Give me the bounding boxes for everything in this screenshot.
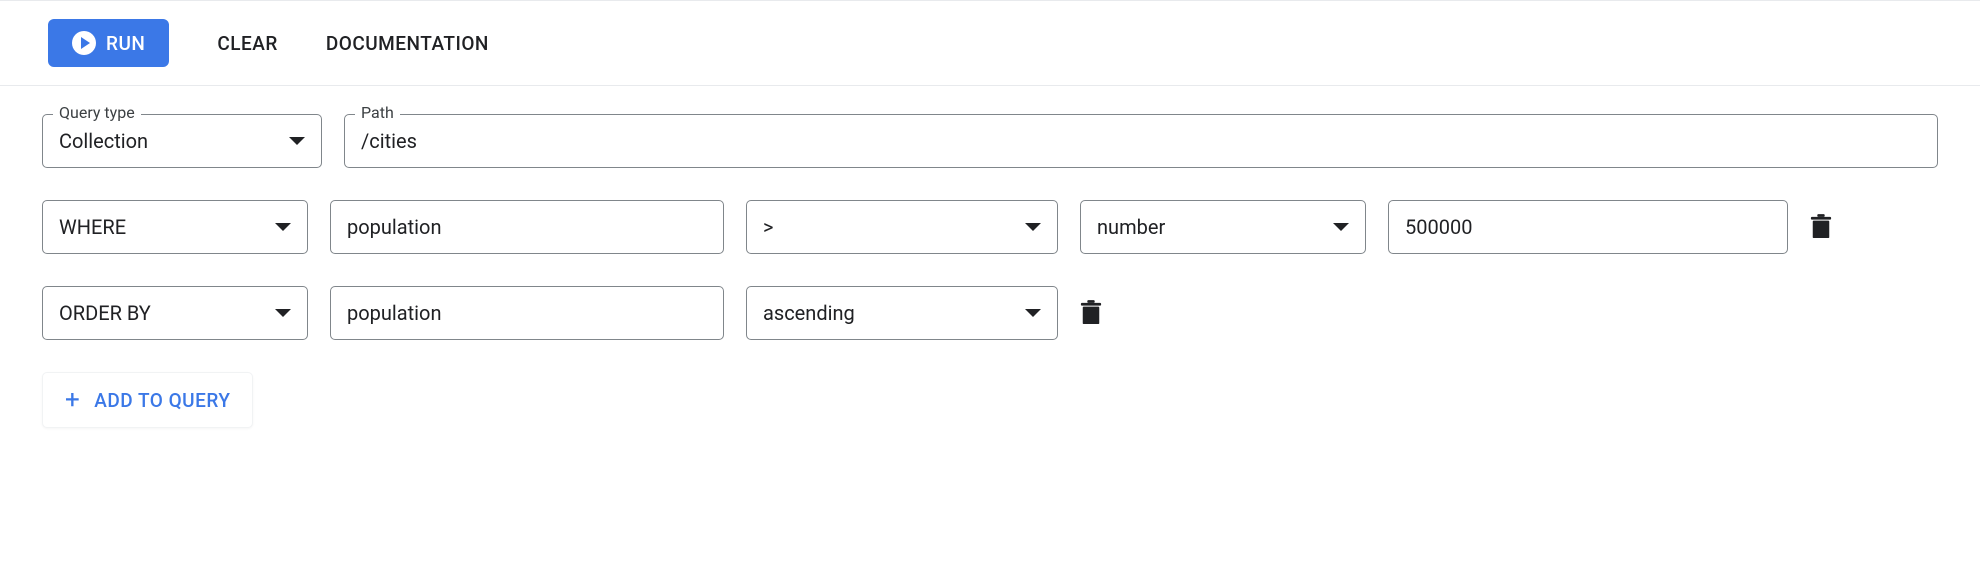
- where-operator-select[interactable]: >: [746, 200, 1058, 254]
- trash-icon[interactable]: [1080, 300, 1102, 326]
- where-value-input-wrap[interactable]: [1388, 200, 1788, 254]
- orderby-field-input-wrap[interactable]: [330, 286, 724, 340]
- clause-type-select[interactable]: WHERE: [42, 200, 308, 254]
- where-field-input[interactable]: [347, 215, 707, 239]
- query-type-label: Query type: [53, 103, 141, 122]
- orderby-direction-value: ascending: [763, 301, 855, 325]
- orderby-clause-row: ORDER BY ascending: [42, 286, 1938, 340]
- path-input[interactable]: [361, 129, 1921, 153]
- run-button[interactable]: RUN: [48, 19, 169, 67]
- chevron-down-icon: [1025, 223, 1041, 231]
- orderby-direction-select[interactable]: ascending: [746, 286, 1058, 340]
- chevron-down-icon: [275, 223, 291, 231]
- path-field[interactable]: Path: [344, 114, 1938, 168]
- run-label: RUN: [106, 32, 145, 55]
- where-value-input[interactable]: [1405, 215, 1771, 239]
- where-field-input-wrap[interactable]: [330, 200, 724, 254]
- query-type-value: Collection: [59, 129, 148, 153]
- clause-type-value: ORDER BY: [59, 301, 151, 325]
- where-valuetype-value: number: [1097, 215, 1165, 239]
- toolbar: RUN CLEAR DOCUMENTATION: [0, 0, 1980, 86]
- where-valuetype-select[interactable]: number: [1080, 200, 1366, 254]
- where-operator-value: >: [763, 215, 773, 239]
- orderby-field-input[interactable]: [347, 301, 707, 325]
- query-header-row: Query type Collection Path: [42, 114, 1938, 168]
- plus-icon: +: [65, 387, 80, 413]
- clause-type-select[interactable]: ORDER BY: [42, 286, 308, 340]
- query-builder: Query type Collection Path WHERE > numbe…: [0, 86, 1980, 456]
- query-type-select[interactable]: Query type Collection: [42, 114, 322, 168]
- chevron-down-icon: [289, 137, 305, 145]
- add-to-query-label: ADD TO QUERY: [94, 389, 230, 412]
- clause-type-value: WHERE: [59, 215, 126, 239]
- trash-icon[interactable]: [1810, 214, 1832, 240]
- play-icon: [72, 31, 96, 55]
- add-to-query-button[interactable]: + ADD TO QUERY: [42, 372, 253, 428]
- chevron-down-icon: [1025, 309, 1041, 317]
- clear-button[interactable]: CLEAR: [217, 32, 277, 55]
- where-clause-row: WHERE > number: [42, 200, 1938, 254]
- documentation-button[interactable]: DOCUMENTATION: [326, 32, 489, 55]
- path-label: Path: [355, 103, 400, 122]
- chevron-down-icon: [275, 309, 291, 317]
- chevron-down-icon: [1333, 223, 1349, 231]
